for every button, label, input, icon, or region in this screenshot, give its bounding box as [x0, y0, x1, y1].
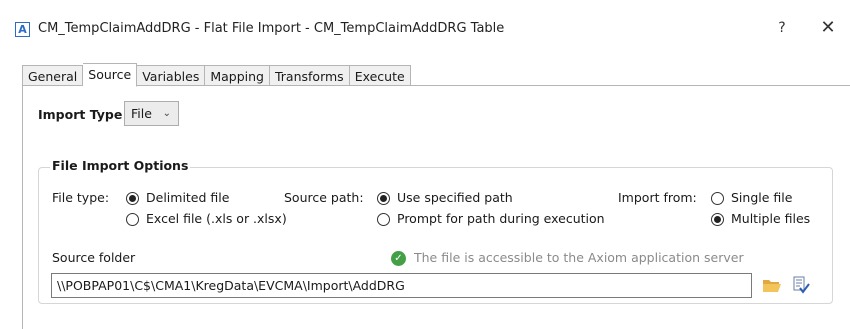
delimited-file-label[interactable]: Delimited file [146, 190, 229, 205]
close-button[interactable]: ✕ [816, 16, 840, 40]
radio-excel-file[interactable] [126, 213, 139, 226]
tab-source[interactable]: Source [83, 63, 138, 87]
single-file-label[interactable]: Single file [731, 190, 792, 205]
tab-execute[interactable]: Execute [349, 65, 411, 86]
radio-multiple-files[interactable] [711, 213, 724, 226]
radio-delimited-file[interactable] [126, 192, 139, 205]
verify-path-icon[interactable] [791, 275, 811, 295]
file-type-label: File type: [52, 190, 110, 205]
window-title: CM_TempClaimAddDRG - Flat File Import - … [38, 21, 505, 36]
tab-strip: General Source Variables Mapping Transfo… [22, 63, 411, 87]
prompt-for-path-label[interactable]: Prompt for path during execution [397, 211, 605, 226]
source-path-label: Source path: [284, 190, 364, 205]
import-type-value: File [131, 106, 152, 121]
excel-file-label[interactable]: Excel file (.xls or .xlsx) [146, 211, 287, 226]
folder-open-icon[interactable] [762, 277, 782, 293]
source-folder-input[interactable] [51, 273, 752, 298]
use-specified-path-label[interactable]: Use specified path [397, 190, 513, 205]
import-from-label: Import from: [618, 190, 697, 205]
app-icon: A [15, 22, 30, 37]
radio-use-specified-path[interactable] [377, 192, 390, 205]
radio-single-file[interactable] [711, 192, 724, 205]
tab-transforms[interactable]: Transforms [269, 65, 350, 86]
import-type-label: Import Type [38, 107, 123, 122]
tab-variables[interactable]: Variables [137, 65, 206, 86]
radio-prompt-for-path[interactable] [377, 213, 390, 226]
multiple-files-label[interactable]: Multiple files [731, 211, 810, 226]
tab-general[interactable]: General [22, 65, 84, 86]
chevron-down-icon: ⌄ [162, 108, 171, 119]
file-import-options-legend: File Import Options [50, 158, 191, 173]
help-button[interactable]: ? [772, 18, 792, 38]
source-folder-label: Source folder [52, 250, 136, 265]
title-bar: A CM_TempClaimAddDRG - Flat File Import … [0, 0, 850, 50]
accessibility-status: The file is accessible to the Axiom appl… [414, 250, 744, 265]
tab-mapping[interactable]: Mapping [205, 65, 270, 86]
check-circle-icon: ✓ [391, 251, 406, 266]
import-type-dropdown[interactable]: File ⌄ [124, 101, 179, 126]
